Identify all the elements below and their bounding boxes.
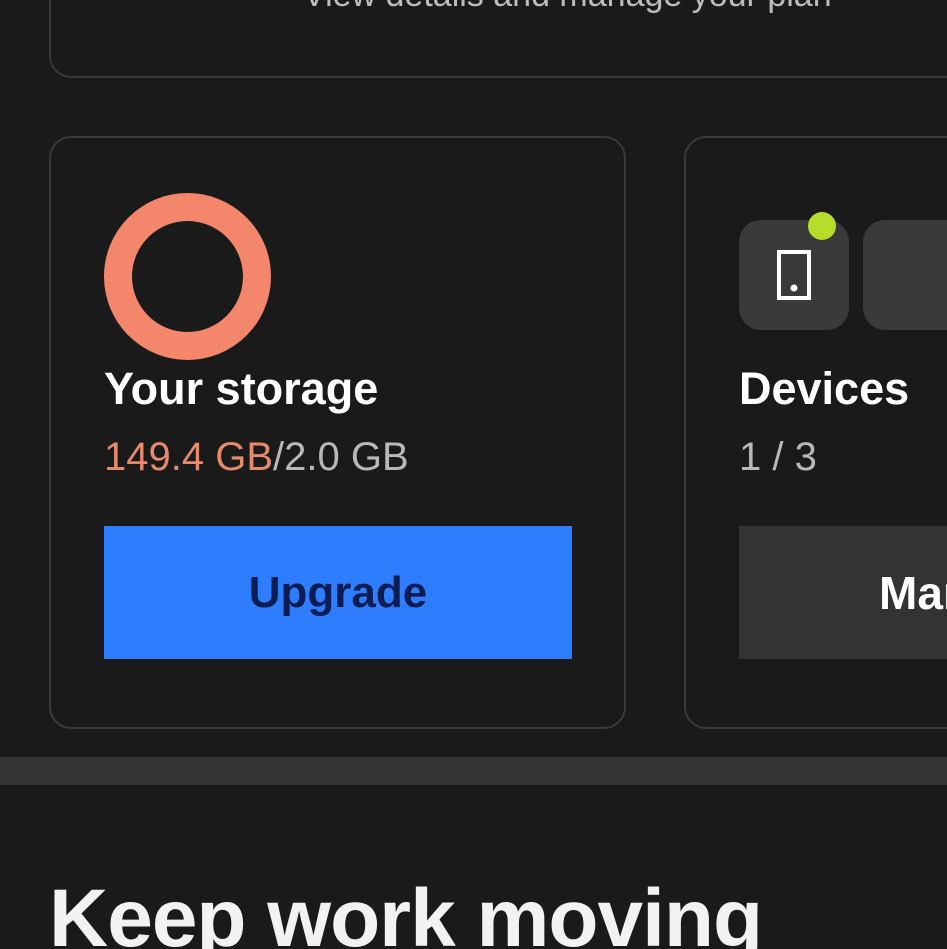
storage-usage: 149.4 GB/2.0 GB — [104, 435, 409, 480]
device-tile-phone[interactable] — [739, 220, 849, 330]
account-page: View details and manage your plan Your s… — [0, 0, 947, 949]
storage-total: 2.0 GB — [284, 435, 409, 479]
section-divider — [0, 757, 947, 785]
devices-count: 1 / 3 — [739, 435, 817, 479]
storage-ring-icon — [104, 193, 271, 360]
storage-title: Your storage — [104, 363, 379, 414]
devices-card: Devices 1 / 3 Manage — [684, 136, 947, 729]
storage-separator: / — [273, 435, 285, 479]
upgrade-button[interactable]: Upgrade — [104, 526, 572, 659]
devices-title: Devices — [739, 363, 910, 414]
plan-description: View details and manage your plan — [303, 0, 832, 15]
section-heading: Keep work moving — [49, 873, 763, 949]
plan-card[interactable]: View details and manage your plan — [49, 0, 947, 78]
storage-card: Your storage 149.4 GB/2.0 GB Upgrade — [49, 136, 626, 729]
online-status-dot — [808, 212, 836, 240]
device-tile-empty[interactable] — [863, 220, 947, 330]
phone-icon — [777, 250, 811, 300]
storage-used: 149.4 GB — [104, 435, 274, 479]
manage-devices-button[interactable]: Manage — [739, 526, 947, 659]
